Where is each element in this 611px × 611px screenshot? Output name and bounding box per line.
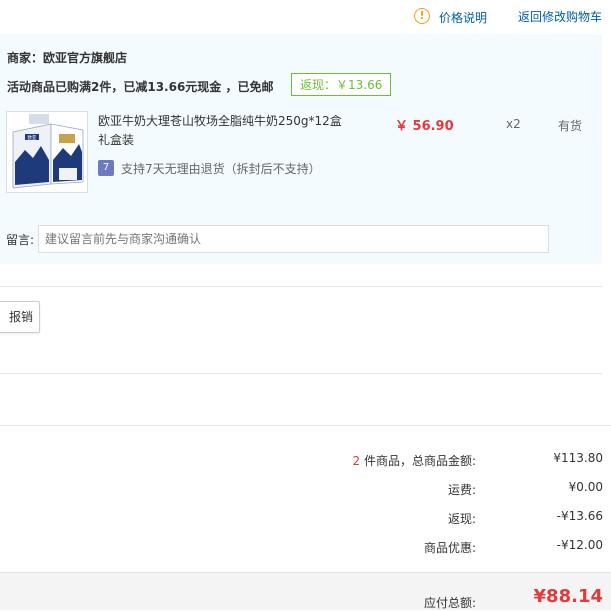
rebate-label: 返现: (447, 512, 476, 526)
product-price: ￥ 56.90 (395, 119, 454, 134)
back-to-cart-link[interactable]: 返回修改购物车 (518, 8, 602, 25)
product-stock-status: 有货 (558, 119, 583, 133)
promo-text: 活动商品已购满2件，已减13.66元现金 ，已免邮 (7, 80, 274, 94)
message-input[interactable] (38, 225, 549, 253)
price-note-link[interactable]: 价格说明 (439, 9, 487, 26)
total-label: 应付总额: (423, 596, 476, 610)
box-logo-text: 欧亚 (28, 134, 37, 141)
top-links-bar: ! 价格说明 返回修改购物车 (0, 0, 611, 34)
message-label: 留言: (6, 233, 35, 247)
reimbursement-button[interactable]: 报销 (0, 301, 40, 333)
return-policy-text: 支持7天无理由退货（拆封后不支持） (121, 162, 321, 176)
product-name-link[interactable]: 欧亚牛奶大理苍山牧场全脂纯牛奶250g*12盒礼盒装 (98, 112, 348, 150)
rebate-badge: 返现：￥13.66 (291, 73, 392, 96)
product-quantity: x2 (506, 117, 521, 131)
milk-box-image: 欧亚 (7, 112, 87, 192)
divider (0, 425, 611, 426)
rebate-value: -¥13.66 (556, 509, 603, 523)
seven-day-return-icon: 7 (98, 160, 114, 176)
goods-total-label: 2 件商品，总商品金额: (353, 452, 477, 469)
divider (0, 373, 602, 374)
product-thumbnail[interactable]: 欧亚 (6, 111, 88, 193)
shipping-label: 运费: (447, 483, 476, 497)
discount-value: -¥12.00 (556, 538, 603, 552)
info-icon: ! (414, 8, 430, 24)
total-bar (0, 572, 611, 610)
item-count-suffix: 件商品，总商品金额: (360, 454, 476, 468)
divider (0, 286, 602, 287)
shipping-value: ¥0.00 (568, 480, 603, 494)
total-value: ¥88.14 (533, 586, 603, 607)
seller-name: 商家：欧亚官方旗舰店 (7, 51, 128, 65)
goods-total-value: ¥113.80 (553, 451, 603, 465)
item-count: 2 (352, 454, 361, 468)
discount-label: 商品优惠: (423, 541, 476, 555)
